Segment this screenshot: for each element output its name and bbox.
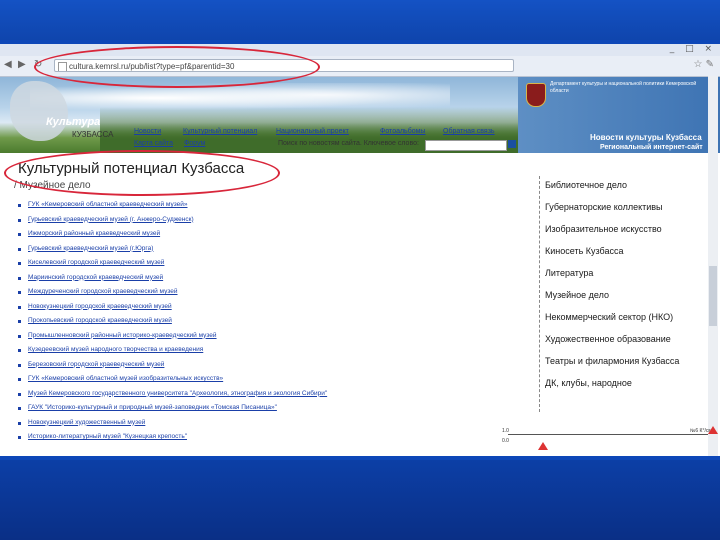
bullet-icon [18, 247, 21, 251]
logo-word[interactable]: Культура [46, 116, 100, 128]
bullet-icon [18, 421, 21, 425]
coat-of-arms-icon [526, 83, 546, 107]
column-divider [539, 176, 540, 412]
bullet-icon [18, 276, 21, 280]
category-link[interactable]: ДК, клубы, народное [545, 378, 695, 389]
category-link[interactable]: Театры и филармония Кузбасса [545, 356, 695, 367]
museum-link[interactable]: Мариинский городской краеведческий музей [16, 271, 327, 286]
nav-feedback[interactable]: Обратная связь [443, 128, 495, 135]
museum-link-text: Новокузнецкий художественный музей [28, 418, 146, 426]
museum-link-text: Музей Кемеровского государственного унив… [28, 389, 328, 397]
back-icon[interactable]: ◀ [4, 59, 12, 70]
nav-cultural-potential[interactable]: Культурный потенциал [183, 128, 257, 135]
toolbar-icons[interactable]: ☆ ✎ [693, 59, 714, 70]
category-link[interactable]: Изобразительное искусство [545, 224, 695, 235]
category-link[interactable]: Губернаторские коллективы [545, 202, 695, 213]
bullet-icon [18, 305, 21, 309]
ruler-marker-right [708, 426, 718, 434]
main-nav: Новости Культурный потенциал Национальны… [0, 128, 720, 140]
search-label: Поиск по новостям сайта. Ключевое слово: [278, 140, 419, 147]
museum-link-text: Ижморский районный краеведческий музей [28, 230, 161, 237]
museum-link-text: Березовский городской краеведческий музе… [28, 360, 165, 368]
nav-forum[interactable]: Форум [184, 140, 205, 147]
museum-link[interactable]: Историко-литературный музей "Кузнецкая к… [16, 430, 327, 445]
bullet-icon [18, 262, 21, 265]
slide-bottom-band [0, 460, 720, 540]
museum-link[interactable]: Киселевский городской краеведческий музе… [16, 256, 327, 271]
museum-link[interactable]: Новокузнецкий городской краеведческий му… [16, 300, 327, 315]
bullet-icon [18, 392, 21, 396]
museum-link[interactable]: Промышленновский районный историко-краев… [16, 329, 327, 344]
museum-link-text: Киселевский городской краеведческий музе… [28, 259, 165, 266]
museum-link[interactable]: Междуреченский городской краеведческий м… [16, 285, 327, 300]
search-go-button[interactable] [508, 140, 516, 148]
window-controls[interactable]: _ □ × [670, 44, 716, 54]
museum-link[interactable]: Новокузнецкий художественный музей [16, 416, 327, 431]
museum-link[interactable]: ГУК «Кемеровский областной музей изобраз… [16, 372, 327, 387]
forward-icon[interactable]: ▶ [18, 59, 26, 70]
museum-link-text: ГАУК "Историко-культурный и природный му… [28, 404, 277, 411]
museum-link[interactable]: Гурьевский краеведческий музей (г. Анжер… [16, 213, 327, 228]
nav-news[interactable]: Новости [134, 128, 161, 135]
museum-link-text: Историко-литературный музей "Кузнецкая к… [28, 433, 188, 440]
museum-link[interactable]: Кузедеевский музей народного творчества … [16, 343, 327, 358]
nav-national-project[interactable]: Национальный проект [276, 128, 349, 135]
museum-link[interactable]: Березовский городской краеведческий музе… [16, 358, 327, 373]
museum-link-text: Прокопьевский городской краеведческий му… [28, 317, 172, 324]
category-link[interactable]: Художественное образование [545, 334, 695, 345]
bullet-icon [18, 218, 21, 222]
highlight-ellipse-title [4, 150, 280, 196]
bullet-icon [18, 233, 21, 236]
category-link[interactable]: Некоммерческий сектор (НКО) [545, 312, 695, 323]
bullet-icon [18, 363, 21, 367]
nav-sitemap[interactable]: Карта сайта [134, 140, 173, 147]
museum-link-text: ГУК «Кемеровский областной краеведческий… [28, 201, 188, 208]
ruler-overlay: 1.0 0.0 №6 К°/см [500, 426, 720, 456]
search-input[interactable] [425, 140, 507, 151]
museum-link-text: Новокузнецкий городской краеведческий му… [28, 302, 172, 310]
museum-link[interactable]: Гурьевский краеведческий музей (г.Юрга) [16, 242, 327, 257]
museum-link-text: ГУК «Кемеровский областной музей изобраз… [28, 375, 224, 382]
highlight-ellipse-url [34, 46, 320, 88]
museum-link-text: Междуреченский городской краеведческий м… [28, 288, 178, 295]
museum-link[interactable]: ГАУК "Историко-культурный и природный му… [16, 401, 327, 416]
museum-list: ГУК «Кемеровский областной краеведческий… [16, 198, 327, 445]
museum-link-text: Промышленновский районный историко-краев… [28, 331, 217, 339]
nav-photo-albums[interactable]: Фотоальбомы [380, 128, 425, 135]
bullet-icon [18, 407, 21, 410]
museum-link[interactable]: ГУК «Кемеровский областной краеведческий… [16, 198, 327, 213]
bullet-icon [18, 378, 21, 381]
museum-link-text: Мариинский городской краеведческий музей [28, 273, 164, 281]
category-link[interactable]: Киносеть Кузбасса [545, 246, 695, 257]
museum-link[interactable]: Прокопьевский городской краеведческий му… [16, 314, 327, 329]
category-link[interactable]: Музейное дело [545, 290, 695, 301]
bullet-icon [18, 320, 21, 323]
museum-link-text: Гурьевский краеведческий музей (г. Анжер… [28, 215, 194, 223]
department-text: Департамент культуры и национальной поли… [550, 81, 697, 94]
bullet-icon [18, 334, 21, 338]
category-sidebar: Библиотечное дело Губернаторские коллекти… [545, 180, 695, 400]
ruler-mid-label: 0.0 [502, 438, 509, 444]
ruler-marker-left [538, 442, 548, 450]
museum-link-text: Гурьевский краеведческий музей (г.Юрга) [28, 244, 154, 252]
bullet-icon [18, 204, 21, 207]
slide-top-band [0, 0, 720, 40]
category-link[interactable]: Библиотечное дело [545, 180, 695, 191]
museum-link-text: Кузедеевский музей народного творчества … [28, 346, 204, 353]
museum-link[interactable]: Музей Кемеровского государственного унив… [16, 387, 327, 402]
ruler-line [508, 434, 708, 435]
museum-link[interactable]: Ижморский районный краеведческий музей [16, 227, 327, 242]
scrollbar-thumb[interactable] [709, 266, 717, 326]
bullet-icon [18, 349, 21, 352]
category-link[interactable]: Литература [545, 268, 695, 279]
bullet-icon [18, 436, 21, 439]
bullet-icon [18, 291, 21, 294]
